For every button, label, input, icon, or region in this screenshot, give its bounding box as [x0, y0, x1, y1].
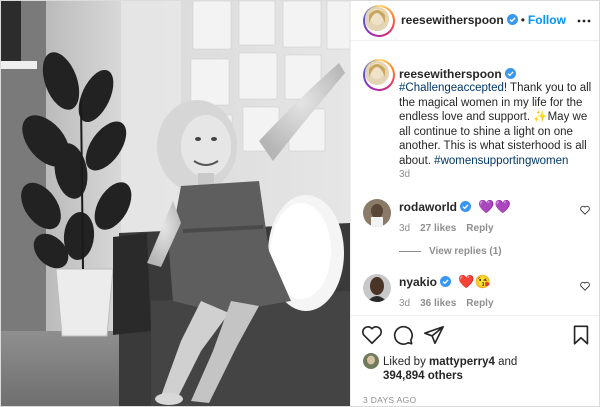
- sparkle-emoji: ✨: [533, 111, 548, 124]
- comment-icon[interactable]: [392, 324, 414, 346]
- instagram-post-window: reesewitherspoon • Follow reesewitherspoon…: [0, 0, 600, 407]
- caption-timestamp[interactable]: 3d: [399, 169, 410, 180]
- comment-row-nyakio: nyakio ❤️😘: [399, 274, 491, 290]
- comment-row-rodaworld: rodaworld 💜💜: [399, 199, 511, 215]
- post-photo[interactable]: [1, 1, 350, 406]
- author-username[interactable]: reesewitherspoon: [401, 13, 504, 27]
- comment-avatar-nyakio[interactable]: [363, 274, 391, 302]
- header-separator: •: [520, 13, 525, 27]
- comment-like-heart-icon[interactable]: [580, 205, 590, 215]
- hashtag-challengeaccepted[interactable]: #Challengeaccepted: [399, 82, 504, 94]
- avatar-photo-icon: [365, 7, 389, 31]
- post-photo-image: [1, 1, 350, 406]
- comment-likes[interactable]: 27 likes: [420, 223, 456, 234]
- avatar-photo-icon: [363, 353, 379, 369]
- comment-emoji: ❤️😘: [458, 274, 491, 289]
- caption-username[interactable]: reesewitherspoon: [399, 67, 502, 81]
- avatar-photo-icon: [363, 199, 391, 227]
- follow-button[interactable]: Follow: [528, 13, 566, 27]
- comment-username[interactable]: rodaworld: [399, 200, 457, 214]
- avatar-photo-icon: [365, 61, 389, 85]
- likes-middle: and: [494, 356, 518, 368]
- comment-time[interactable]: 3d: [399, 223, 410, 234]
- comment-like-heart-icon[interactable]: [580, 281, 590, 291]
- comment-likes[interactable]: 36 likes: [420, 298, 456, 309]
- author-avatar[interactable]: [363, 5, 395, 37]
- post-date[interactable]: 3 DAYS AGO: [363, 395, 416, 405]
- send-icon[interactable]: [423, 324, 445, 346]
- liker-avatar[interactable]: [363, 353, 379, 369]
- hashtag-womensupportingwomen[interactable]: #womensupportingwomen: [434, 155, 568, 167]
- post-actions-section: Liked by mattyperry4 and 394,894 others …: [351, 315, 599, 406]
- comment-meta: 3d 36 likes Reply: [399, 298, 504, 309]
- post-header: reesewitherspoon • Follow: [351, 1, 599, 41]
- post-details-panel: reesewitherspoon • Follow reesewitherspoon…: [350, 1, 599, 406]
- verified-badge-icon: [504, 68, 516, 79]
- comment-meta: 3d 27 likes Reply: [399, 223, 504, 234]
- caption-avatar[interactable]: [363, 59, 395, 91]
- view-replies-button[interactable]: View replies (1): [399, 246, 502, 257]
- comment-emoji: 💜💜: [478, 199, 511, 214]
- verified-badge-icon: [460, 201, 472, 212]
- liked-by-user[interactable]: mattyperry4: [429, 356, 495, 368]
- comment-username[interactable]: nyakio: [399, 275, 437, 289]
- view-replies-label: View replies (1): [429, 246, 502, 257]
- replies-divider-line: [399, 250, 421, 252]
- comment-time[interactable]: 3d: [399, 298, 410, 309]
- more-options-icon[interactable]: [577, 16, 591, 26]
- verified-badge-icon: [440, 276, 452, 287]
- likes-summary: Liked by mattyperry4 and 394,894 others: [383, 355, 517, 383]
- caption-user-row: reesewitherspoon: [399, 67, 516, 81]
- comment-avatar-rodaworld[interactable]: [363, 199, 391, 227]
- likes-count[interactable]: 394,894 others: [383, 370, 463, 382]
- verified-badge-icon: [506, 14, 518, 25]
- comment-reply-button[interactable]: Reply: [466, 223, 493, 234]
- avatar-photo-icon: [363, 274, 391, 302]
- caption-text: #Challengeaccepted! Thank you to all the…: [399, 81, 595, 169]
- comment-reply-button[interactable]: Reply: [466, 298, 493, 309]
- bookmark-icon[interactable]: [570, 324, 592, 346]
- header-row: reesewitherspoon • Follow: [401, 13, 566, 27]
- heart-icon[interactable]: [361, 324, 383, 346]
- likes-prefix: Liked by: [383, 356, 430, 368]
